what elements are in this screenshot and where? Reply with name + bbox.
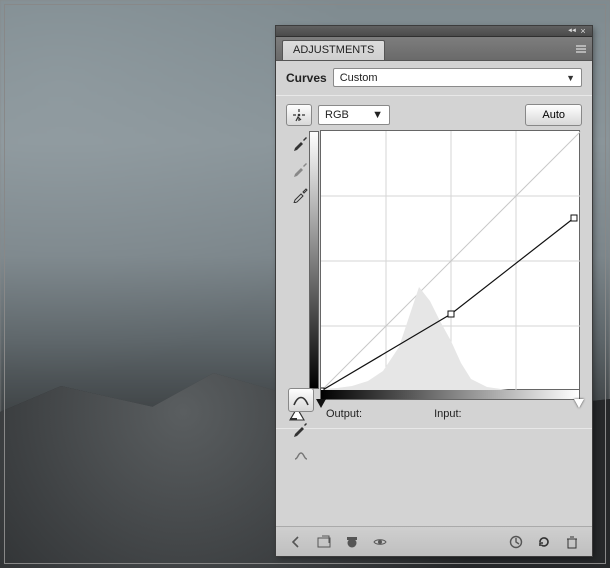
close-icon[interactable] [578, 28, 588, 35]
targeted-adjustment-button[interactable] [286, 104, 312, 126]
edit-points-button[interactable] [288, 388, 314, 412]
draw-curve-button[interactable] [288, 416, 314, 440]
output-gradient-ramp [309, 131, 319, 389]
divider [276, 95, 592, 96]
black-point-slider[interactable] [316, 399, 326, 408]
previous-state-icon[interactable] [506, 532, 526, 552]
panel-topbar [276, 26, 592, 37]
chevron-down-icon: ▼ [372, 109, 383, 121]
clip-to-layer-icon[interactable] [342, 532, 362, 552]
preset-row: Curves Custom ▼ [276, 61, 592, 91]
white-point-slider[interactable] [574, 399, 584, 408]
output-label: Output: [326, 408, 362, 420]
channel-dropdown[interactable]: RGB ▼ [318, 105, 390, 125]
divider [276, 428, 592, 429]
preset-value: Custom [340, 72, 378, 84]
preset-dropdown[interactable]: Custom ▼ [333, 68, 582, 87]
curves-graph[interactable] [320, 130, 580, 390]
smooth-curve-button[interactable] [288, 444, 314, 468]
reset-icon[interactable] [534, 532, 554, 552]
collapse-icon[interactable] [566, 28, 576, 35]
input-label: Input: [434, 408, 462, 420]
adjustment-type-label: Curves [286, 71, 327, 85]
channel-row: RGB ▼ Auto [276, 100, 592, 130]
tab-bar: ADJUSTMENTS [276, 37, 592, 61]
input-gradient-ramp[interactable] [320, 390, 580, 400]
back-arrow-icon[interactable] [286, 532, 306, 552]
channel-value: RGB [325, 109, 349, 121]
panel-menu-icon[interactable] [574, 42, 588, 56]
curve-mode-tools [286, 388, 316, 468]
visibility-icon[interactable] [370, 532, 390, 552]
adjustments-panel: ADJUSTMENTS Curves Custom ▼ RGB ▼ Auto [276, 26, 592, 556]
auto-button[interactable]: Auto [525, 104, 582, 126]
curves-main [276, 130, 592, 400]
tab-adjustments[interactable]: ADJUSTMENTS [282, 40, 385, 60]
panel-footer [276, 526, 592, 556]
expand-view-icon[interactable] [314, 532, 334, 552]
chevron-down-icon: ▼ [566, 73, 575, 83]
trash-icon[interactable] [562, 532, 582, 552]
curves-graph-wrap [320, 130, 582, 400]
